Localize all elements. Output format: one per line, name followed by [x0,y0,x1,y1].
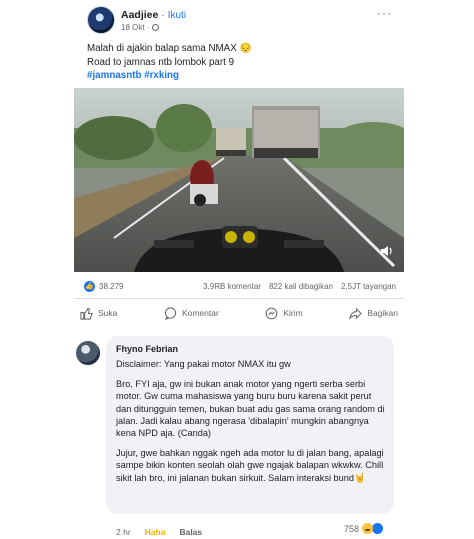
comment-icon [164,306,177,320]
comment-paragraph: Bro, FYI aja, gw ini bukan anak motor ya… [116,379,385,439]
post-actions: Suka Komentar Kirim Bagikan [80,304,398,322]
comment-text: Disclaimer: Yang pakai motor NMAX itu gw… [116,358,388,484]
comment-reactions[interactable]: 758 [344,523,384,534]
thumbs-up-icon [80,307,93,320]
share-icon [349,307,363,320]
commenter-avatar[interactable] [76,341,100,365]
comment-button[interactable]: Komentar [164,304,219,322]
view-count: 2,5JT tayangan [340,282,396,291]
comment-count[interactable]: 3,9RB komentar [203,282,261,291]
like-button[interactable]: Suka [80,304,117,322]
post-caption: Malah di ajakin balap sama NMAX 😔 Road t… [87,42,252,83]
share-count[interactable]: 822 kali dibagikan [269,282,333,291]
post-video[interactable] [74,88,404,272]
comment-reply-button[interactable]: Balas [179,527,202,537]
video-frame-image [74,88,404,272]
hashtag-links[interactable]: #jamnasntb #rxking [87,69,252,83]
divider [74,298,404,299]
volume-icon[interactable] [380,244,394,258]
messenger-icon [265,307,278,319]
like-label: Suka [98,308,118,318]
more-options-icon[interactable]: ··· [377,6,392,20]
post-stats: 👍 38.279 3,9RB komentar 822 kali dibagik… [84,281,396,293]
engagement-counts: 3,9RB komentar 822 kali dibagikan 2,5JT … [203,282,396,291]
caption-line-1: Malah di ajakin balap sama NMAX 😔 [87,43,252,54]
caption-line-2: Road to jamnas ntb lombok part 9 [87,56,235,68]
comment-paragraph: Disclaimer: Yang pakai motor NMAX itu gw [116,359,291,369]
comment-bubble: Fhyno Febrian Disclaimer: Yang pakai mot… [106,336,394,514]
reaction-count: 758 [344,523,360,534]
comment-item: Fhyno Febrian Disclaimer: Yang pakai mot… [74,333,404,539]
facebook-post: Aadjiee · Ikuti 18 Okt · ··· Malah di aj… [74,0,404,332]
author-line: Aadjiee · Ikuti [121,9,186,21]
separator-dot: · [161,9,165,21]
send-label: Kirim [283,308,303,318]
comment-meta: 2 hr Haha Balas [116,527,202,537]
share-label: Bagikan [367,308,398,318]
author-avatar[interactable] [87,6,115,34]
post-date[interactable]: 18 Okt · [121,23,149,32]
comment-time[interactable]: 2 hr [116,527,131,537]
send-button[interactable]: Kirim [265,304,303,322]
like-reaction-icon: 👍 [84,281,95,292]
like-reaction-icon [372,523,384,534]
comment-paragraph: Jujur, gwe bahkan nggak ngeh ada motor l… [116,448,384,483]
commenter-name[interactable]: Fhyno Febrian [116,344,178,354]
comment-label: Komentar [181,308,219,318]
share-button[interactable]: Bagikan [349,304,398,322]
follow-link[interactable]: Ikuti [168,10,186,21]
comment-reaction-button[interactable]: Haha [145,527,166,537]
post-date-row: 18 Okt · [121,23,160,32]
globe-icon [152,24,160,31]
haha-reaction-icon [362,523,374,534]
author-name[interactable]: Aadjiee [121,9,158,21]
like-count[interactable]: 38.279 [99,282,123,291]
post-header: Aadjiee · Ikuti 18 Okt · ··· [87,6,392,34]
